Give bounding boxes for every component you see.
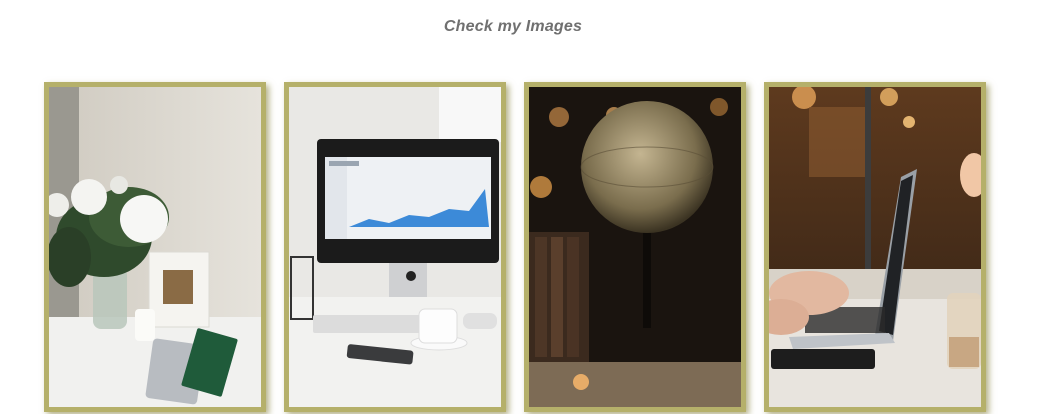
section-heading: Check my Images: [443, 18, 583, 35]
gallery-image-4[interactable]: [764, 82, 986, 412]
gallery-image-2[interactable]: [284, 82, 506, 412]
image-gallery: [44, 82, 1004, 414]
page: Check my Images: [0, 0, 1059, 414]
flowers-desk-photo: [49, 87, 261, 407]
laptop-cafe-photo: [769, 87, 981, 407]
gallery-image-1[interactable]: [44, 82, 266, 412]
gallery-image-3[interactable]: [524, 82, 746, 412]
imac-desk-photo: [289, 87, 501, 407]
globe-photo: [529, 87, 741, 407]
